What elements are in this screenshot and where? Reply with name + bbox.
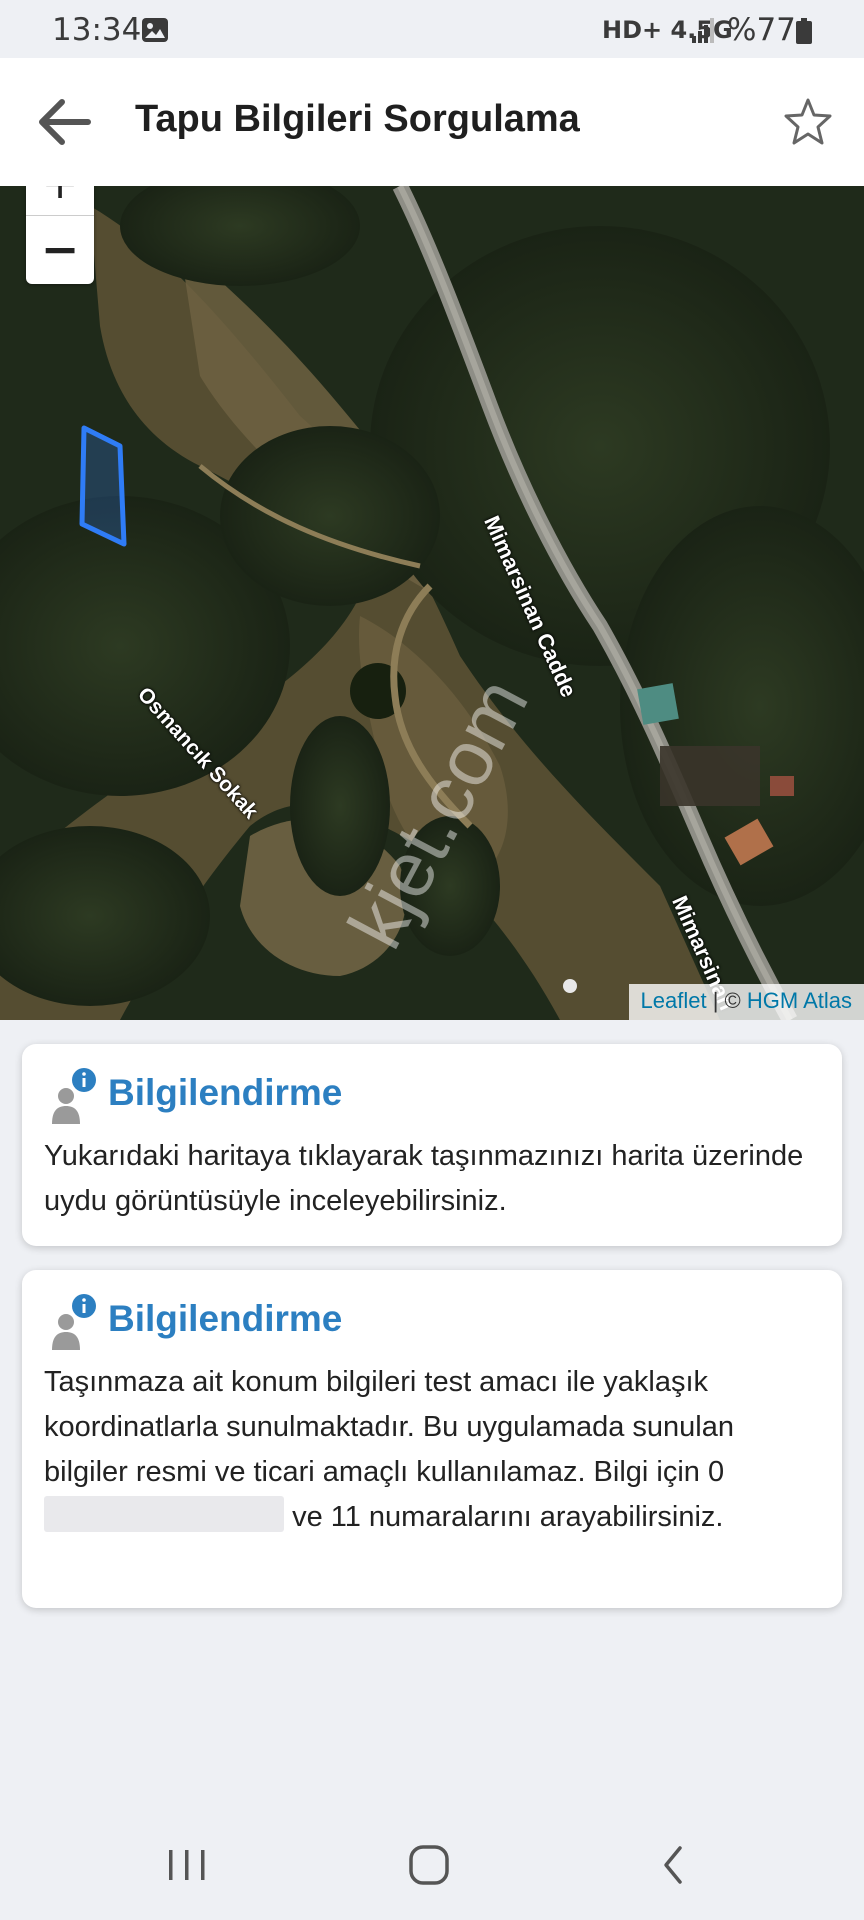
info-card: Bilgilendirme Taşınmaza ait konum bilgil… [22, 1270, 842, 1608]
battery-icon [796, 18, 812, 44]
status-time: 13:34 [52, 12, 142, 48]
leaflet-link[interactable]: Leaflet [641, 988, 707, 1013]
card-title: Bilgilendirme [108, 1072, 343, 1113]
zoom-out-button[interactable]: − [26, 216, 94, 284]
user-info-icon [52, 1294, 96, 1350]
signal-icon [692, 18, 714, 43]
info-card: Bilgilendirme Yukarıdaki haritaya tıklay… [22, 1044, 842, 1246]
zoom-control: + − [26, 186, 94, 284]
gallery-icon [142, 18, 168, 42]
back-nav-icon[interactable] [656, 1842, 690, 1888]
parcel-outline [79, 425, 127, 547]
card-body: Taşınmaza ait konum bilgileri test amacı… [44, 1360, 824, 1540]
card-body-text: Taşınmaza ait konum bilgileri test amacı… [44, 1366, 734, 1488]
zoom-out-label: − [40, 222, 80, 276]
zoom-in-button[interactable]: + [26, 186, 94, 216]
app-bar: Tapu Bilgileri Sorgulama [0, 58, 864, 186]
card-body-text: ve 11 numaralarını arayabilirsiniz. [292, 1501, 724, 1533]
attribution-separator: | © [706, 988, 747, 1013]
battery-percent: %77 [727, 12, 796, 48]
map-attribution: Leaflet | © HGM Atlas [628, 984, 864, 1020]
home-icon[interactable] [406, 1842, 452, 1888]
user-info-icon [52, 1068, 96, 1124]
system-nav-bar [0, 1812, 864, 1920]
recent-apps-icon[interactable] [166, 1842, 208, 1888]
status-bar: 13:34 HD+ 4.5G %77 [0, 0, 864, 58]
star-outline-icon[interactable] [782, 96, 834, 146]
card-body: Yukarıdaki haritaya tıklayarak taşınmazı… [44, 1140, 804, 1217]
arrow-left-icon[interactable] [36, 98, 92, 146]
zoom-in-label: + [26, 186, 94, 209]
hgm-atlas-link[interactable]: HGM Atlas [747, 988, 852, 1013]
redacted-phone [44, 1496, 284, 1532]
page-title: Tapu Bilgileri Sorgulama [135, 98, 580, 140]
card-title: Bilgilendirme [108, 1298, 343, 1339]
